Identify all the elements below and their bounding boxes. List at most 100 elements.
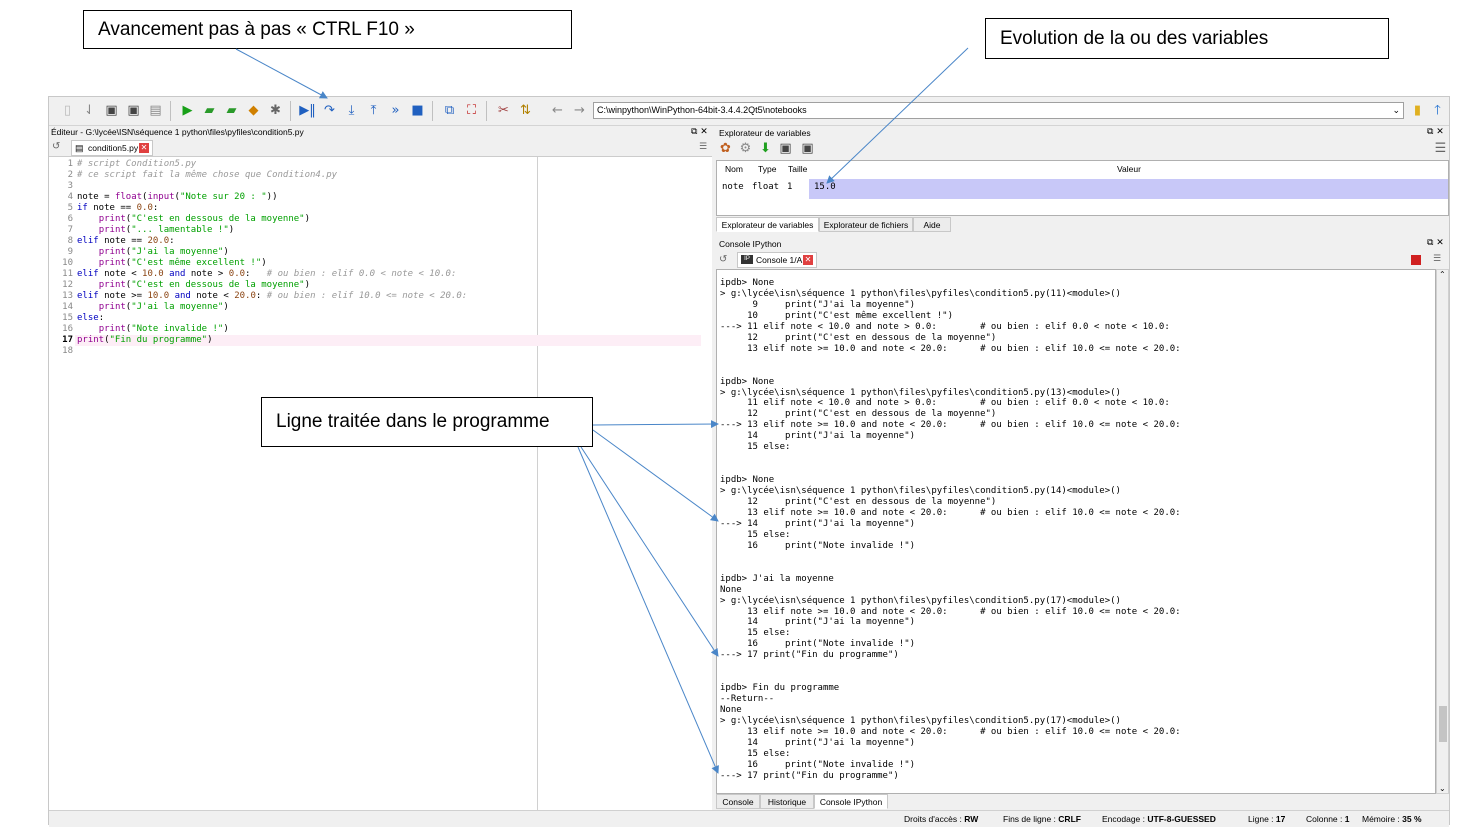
code-token: float: [114, 192, 143, 202]
scroll-down-icon[interactable]: ⌄: [1439, 784, 1446, 793]
console-tab[interactable]: IP Console 1/A ✕: [737, 252, 817, 268]
line-number: 8: [67, 236, 73, 246]
pane-undock-icon[interactable]: ⧉ ✕: [1427, 125, 1444, 139]
scrollbar-thumb[interactable]: [1439, 706, 1447, 742]
console-line: 11 elif note < 10.0 and note > 0.0: # ou…: [720, 398, 1170, 409]
save-data-icon[interactable]: ⚙: [737, 140, 754, 157]
chevron-down-icon[interactable]: ⌄: [1392, 103, 1400, 118]
variable-type-cell[interactable]: float: [752, 182, 779, 192]
close-tab-icon[interactable]: ✕: [139, 143, 149, 153]
code-token: and: [174, 291, 191, 301]
console-options-icon[interactable]: ☰: [1433, 254, 1441, 264]
code-token: 10.0: [142, 269, 164, 279]
column-header-size[interactable]: Taille: [788, 164, 807, 174]
callout-stepping: Avancement pas à pas « CTRL F10 »: [83, 10, 572, 49]
variable-table: Nom Type Taille Valeur note float 1 15.0: [716, 160, 1449, 216]
console-line: None: [720, 584, 742, 595]
console-line: None: [720, 705, 742, 716]
code-token: # ce script fait la même chose que Condi…: [77, 170, 338, 180]
editor-tab[interactable]: ▤ condition5.py ✕: [71, 140, 153, 156]
column-header-value[interactable]: Valeur: [1117, 164, 1141, 174]
code-editor[interactable]: 1 # script Condition5.py 2 # ce script fait…: [49, 156, 712, 811]
line-number: 14: [62, 302, 73, 312]
python-path-icon[interactable]: ⇅: [517, 102, 534, 119]
variable-name-cell[interactable]: note: [722, 182, 744, 192]
console-line: 13 elif note >= 10.0 and note < 20.0: # …: [720, 507, 1181, 518]
step-into-icon[interactable]: ⤓: [343, 102, 360, 119]
working-directory-input[interactable]: C:\winpython\WinPython-64bit-3.4.4.2Qt5\…: [593, 102, 1404, 119]
forward-arrow-icon[interactable]: →: [571, 102, 588, 119]
edge-line: [537, 157, 538, 811]
save-icon[interactable]: ▣: [777, 140, 794, 157]
download-icon[interactable]: ⬇: [757, 140, 774, 157]
step-over-icon[interactable]: ↷: [321, 102, 338, 119]
code-text: elif note >= 10.0 and note < 20.0: # ou …: [77, 291, 467, 302]
back-arrow-icon[interactable]: ←: [549, 102, 566, 119]
stop-debug-icon[interactable]: ■: [409, 102, 426, 119]
browse-folder-icon[interactable]: ▮: [1409, 102, 1426, 119]
debug-icon[interactable]: ✱: [267, 102, 284, 119]
new-file-icon[interactable]: ▯: [59, 102, 76, 119]
callout-variables-text: Evolution de la ou des variables: [1000, 27, 1269, 49]
code-text: print("J'ai la moyenne"): [77, 302, 229, 313]
console-scrollbar[interactable]: ⌃ ⌄: [1436, 269, 1449, 794]
debug-step-icon[interactable]: ▶‖: [299, 102, 316, 119]
browse-tabs-icon[interactable]: ↺: [719, 254, 727, 265]
code-token: input: [147, 192, 175, 202]
console-line: 15 else:: [720, 529, 791, 540]
options-icon[interactable]: ☰: [1432, 140, 1449, 157]
tab-help[interactable]: Aide: [913, 217, 951, 232]
continue-icon[interactable]: »: [387, 102, 404, 119]
tab-variable-explorer[interactable]: Explorateur de variables: [716, 217, 819, 232]
run-cell-advance-icon[interactable]: ▰: [223, 102, 240, 119]
code-token: ): [228, 225, 235, 235]
tab-file-explorer[interactable]: Explorateur de fichiers: [819, 217, 913, 232]
fullscreen-icon[interactable]: ⛶: [463, 102, 480, 119]
stop-kernel-icon[interactable]: [1411, 255, 1421, 265]
pane-undock-icon[interactable]: ⧉ ✕: [1427, 236, 1444, 250]
console-line: --Return--: [720, 694, 775, 705]
run-icon[interactable]: ▶: [179, 102, 196, 119]
editor-tabbar: ↺ ▤ condition5.py ✕ ☰: [49, 140, 712, 156]
console-line: 14 print("J'ai la moyenne"): [720, 431, 916, 442]
console-line: ---> 13 elif note >= 10.0 and note < 20.…: [720, 420, 1181, 431]
parent-folder-icon[interactable]: 🡑: [1429, 102, 1446, 119]
tab-history[interactable]: Historique: [760, 794, 814, 809]
variable-value-cell[interactable]: 15.0: [814, 182, 836, 192]
pane-undock-icon[interactable]: ⧉ ✕: [691, 125, 708, 139]
code-text: print("Fin du programme"): [77, 335, 212, 346]
line-number: 15: [62, 313, 73, 323]
ipython-console[interactable]: ipdb> None > g:\lycée\isn\séquence 1 pyth…: [716, 269, 1436, 794]
maximize-pane-icon[interactable]: ⧉: [441, 102, 458, 119]
status-line-value: 17: [1275, 814, 1286, 824]
preferences-icon[interactable]: ✂: [495, 102, 512, 119]
code-token: elif: [77, 291, 99, 301]
editor-options-icon[interactable]: ☰: [699, 142, 707, 152]
tab-ipython-console[interactable]: Console IPython: [814, 794, 888, 809]
column-header-type[interactable]: Type: [758, 164, 776, 174]
scroll-up-icon[interactable]: ⌃: [1439, 270, 1446, 279]
editor-tab-label: condition5.py: [88, 143, 139, 153]
browse-tabs-icon[interactable]: ↺: [52, 141, 60, 152]
line-number: 17: [62, 335, 73, 345]
step-return-icon[interactable]: ⤒: [365, 102, 382, 119]
code-token: # ou bien : elif 0.0 < note < 10.0:: [266, 269, 457, 279]
run-cell-icon[interactable]: ▰: [201, 102, 218, 119]
code-text: print("C'est en dessous de la moyenne"): [77, 280, 310, 291]
import-data-icon[interactable]: ✿: [717, 140, 734, 157]
tab-console[interactable]: Console: [716, 794, 760, 809]
column-header-name[interactable]: Nom: [725, 164, 743, 174]
console-line: > g:\lycée\isn\séquence 1 python\files\p…: [720, 486, 1121, 497]
code-token: 0.0: [136, 203, 153, 213]
code-token: note >: [185, 269, 229, 279]
variable-size-cell[interactable]: 1: [787, 182, 792, 192]
open-file-icon[interactable]: ⇃: [81, 102, 98, 119]
close-tab-icon[interactable]: ✕: [803, 255, 813, 265]
console-line: ipdb> Fin du programme: [720, 683, 840, 694]
console-line: 12 print("C'est en dessous de la moyenne…: [720, 497, 997, 507]
save-all-icon[interactable]: ▣: [125, 102, 142, 119]
save-icon[interactable]: ▣: [103, 102, 120, 119]
run-selection-icon[interactable]: ◆: [245, 102, 262, 119]
save-as-icon[interactable]: ▣: [799, 140, 816, 157]
print-icon[interactable]: ▤: [147, 102, 164, 119]
